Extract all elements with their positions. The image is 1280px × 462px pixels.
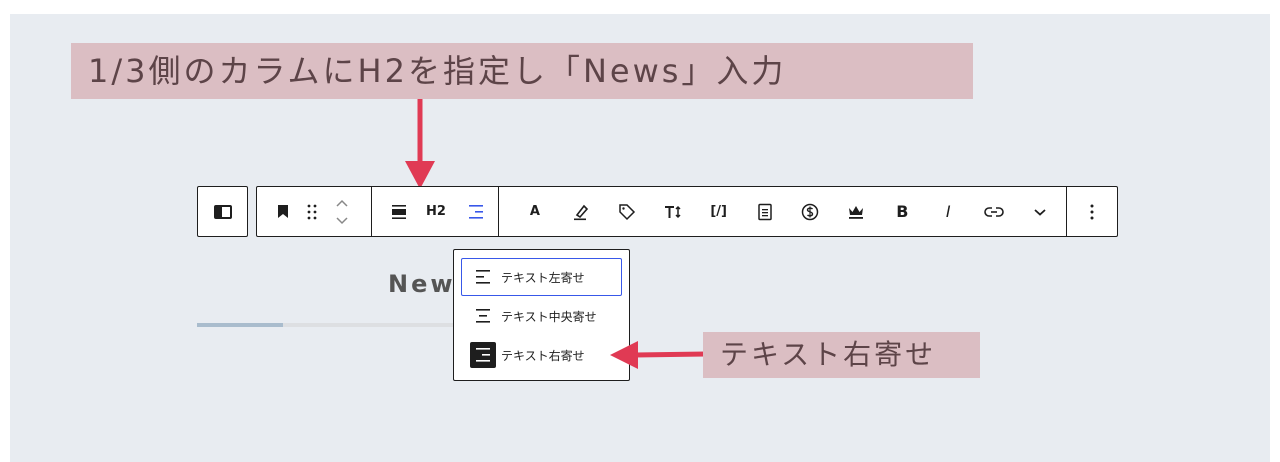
align-right-icon xyxy=(476,348,490,362)
toolbar-group-block xyxy=(257,187,372,236)
text-style-button[interactable]: A xyxy=(515,192,555,232)
align-center-icon xyxy=(476,309,490,323)
chevron-down-icon xyxy=(1034,208,1046,216)
more-format-button[interactable] xyxy=(1020,192,1060,232)
font-size-icon xyxy=(664,205,681,218)
drag-icon xyxy=(307,204,317,219)
toolbar-group-options xyxy=(1067,187,1117,236)
align-right-label: テキスト右寄せ xyxy=(501,348,585,363)
chevron-up-down-icon xyxy=(336,199,348,224)
more-vertical-icon xyxy=(1090,204,1094,219)
align-right-option[interactable]: テキスト右寄せ xyxy=(461,336,622,374)
font-size-button[interactable] xyxy=(653,192,693,232)
align-left-option[interactable]: テキスト左寄せ xyxy=(461,258,622,296)
text-align-menu: テキスト左寄せ テキスト中央寄せ テキスト右寄せ xyxy=(453,249,630,381)
toolbar-group-heading: H2 xyxy=(372,187,499,236)
bookmark-icon xyxy=(278,205,288,218)
currency-button[interactable] xyxy=(791,192,831,232)
document-icon xyxy=(757,203,772,220)
align-center-label: テキスト中央寄せ xyxy=(501,309,597,324)
align-center-option[interactable]: テキスト中央寄せ xyxy=(461,297,622,335)
crown-icon xyxy=(849,205,864,219)
align-right-icon xyxy=(469,204,483,219)
align-left-icon xyxy=(476,270,490,284)
italic-button[interactable]: I xyxy=(928,192,968,232)
annotation-top: 1/3側のカラムにH2を指定し「News」入力 xyxy=(71,43,973,99)
heading-level-button[interactable]: H2 xyxy=(414,192,458,232)
text-align-button[interactable] xyxy=(458,192,492,232)
arrow-left xyxy=(610,341,707,369)
dollar-circle-icon xyxy=(802,203,819,220)
heading-block-text[interactable]: New xyxy=(388,270,456,298)
drag-handle[interactable] xyxy=(297,192,327,232)
document-button[interactable] xyxy=(745,192,785,232)
heading-underline-accent xyxy=(197,323,283,327)
link-icon xyxy=(984,206,1004,217)
bookmark-button[interactable] xyxy=(269,192,297,232)
marker-icon xyxy=(573,204,588,220)
tag-button[interactable] xyxy=(607,192,647,232)
block-toolbar: H2 A [/] B I xyxy=(256,186,1118,237)
column-icon xyxy=(213,204,232,219)
block-align-button[interactable] xyxy=(384,192,414,232)
toolbar-group-format: A [/] B I xyxy=(499,187,1067,236)
tag-icon xyxy=(619,203,635,220)
align-left-option-icon-wrap xyxy=(470,264,496,290)
link-button[interactable] xyxy=(974,192,1014,232)
premium-button[interactable] xyxy=(836,192,876,232)
highlight-button[interactable] xyxy=(561,192,601,232)
annotation-right: テキスト右寄せ xyxy=(703,332,980,378)
column-block-button[interactable] xyxy=(197,186,248,237)
options-button[interactable] xyxy=(1077,192,1107,232)
align-center-option-icon-wrap xyxy=(470,303,496,329)
move-up-down-button[interactable] xyxy=(327,192,357,232)
align-left-label: テキスト左寄せ xyxy=(501,270,585,285)
bold-button[interactable]: B xyxy=(882,192,922,232)
align-none-icon xyxy=(392,204,406,219)
arrow-down xyxy=(405,99,435,189)
clear-format-button[interactable]: [/] xyxy=(699,192,739,232)
align-right-option-icon-wrap xyxy=(470,342,496,368)
